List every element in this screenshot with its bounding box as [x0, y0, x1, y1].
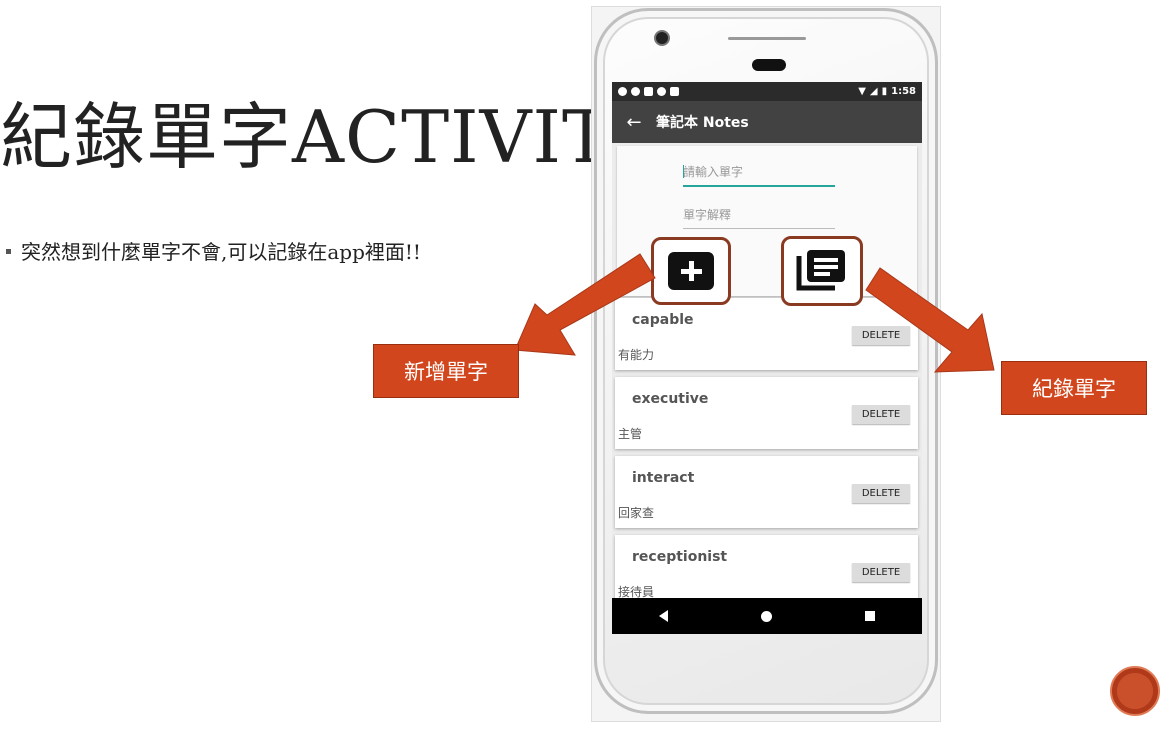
arrow-to-list-callout	[865, 267, 995, 373]
annotation-arrows	[514, 253, 995, 373]
record-words-callout: 紀錄單字	[1001, 361, 1147, 415]
arrow-to-add-callout	[514, 253, 656, 356]
slide-logo-icon	[1110, 666, 1160, 716]
add-word-callout: 新增單字	[373, 344, 519, 398]
